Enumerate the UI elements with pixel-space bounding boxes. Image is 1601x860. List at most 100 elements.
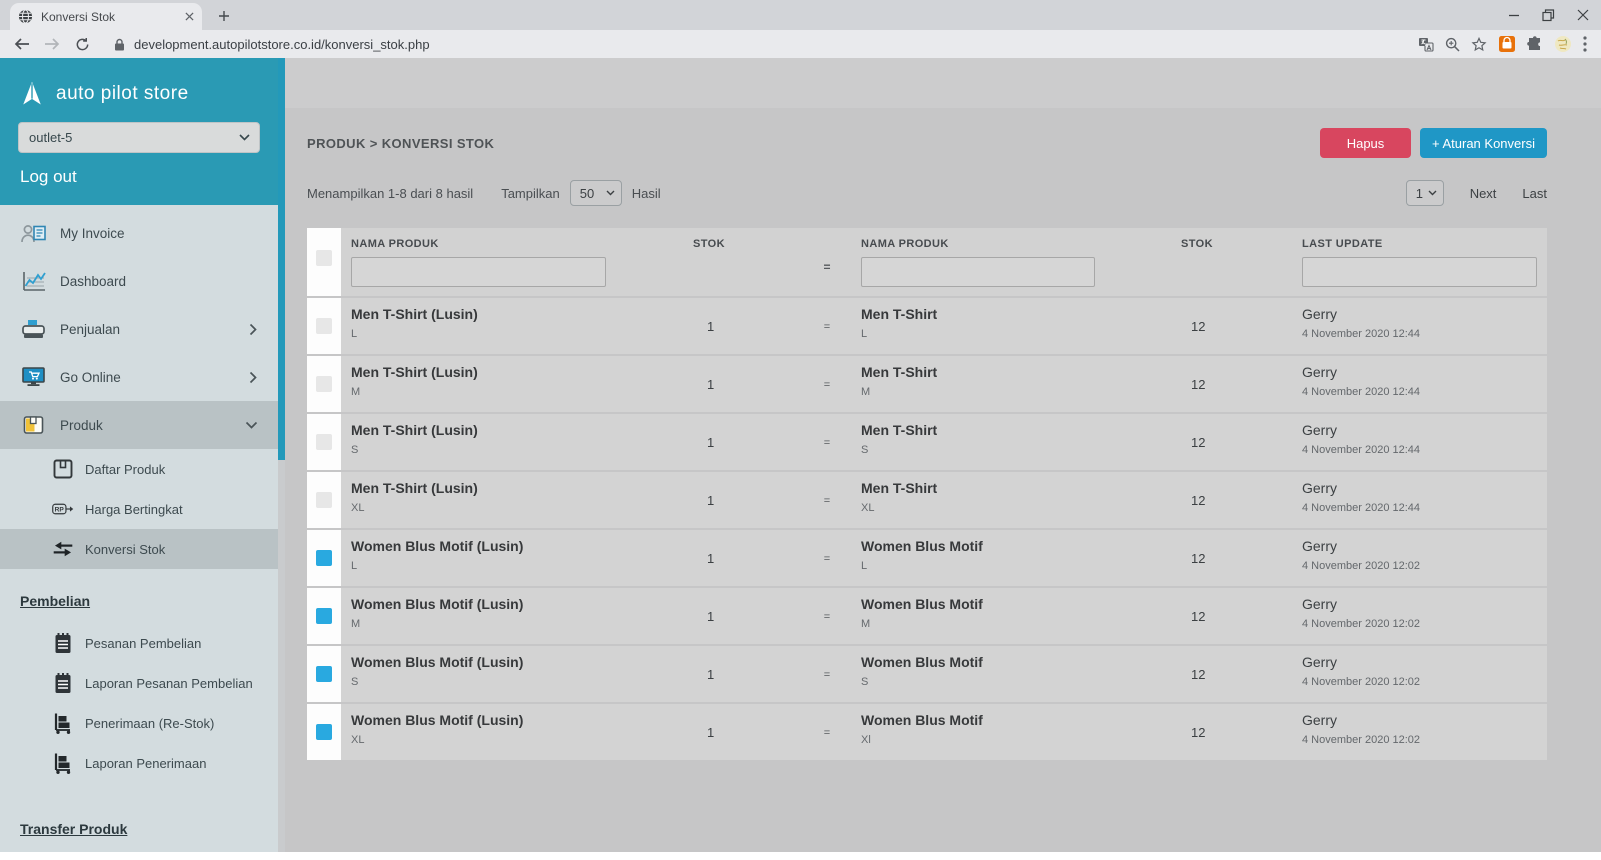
shop-extension-icon[interactable] <box>1498 35 1516 53</box>
sidebar-item-pesanan-pembelian[interactable]: Pesanan Pembelian <box>0 623 278 663</box>
translate-icon[interactable] <box>1418 37 1434 52</box>
target-stock: 12 <box>1181 530 1302 586</box>
pagination-last[interactable]: Last <box>1522 186 1547 201</box>
sidebar-section-pembelian[interactable]: Pembelian <box>0 593 278 609</box>
target-stock: 12 <box>1181 414 1302 470</box>
updated-date: 4 November 2020 12:02 <box>1302 618 1547 630</box>
row-checkbox[interactable] <box>316 376 332 392</box>
filter-nama-produk-2-input[interactable] <box>861 257 1095 287</box>
updated-date: 4 November 2020 12:44 <box>1302 386 1547 398</box>
row-checkbox[interactable] <box>316 550 332 566</box>
source-stock: 1 <box>693 704 807 760</box>
logout-link[interactable]: Log out <box>0 153 278 187</box>
menu-dots-icon[interactable] <box>1583 36 1587 52</box>
row-checkbox[interactable] <box>316 608 332 624</box>
page-size-select[interactable]: 50 <box>570 180 622 206</box>
filter-nama-produk-1-input[interactable] <box>351 257 606 287</box>
source-product-name: Men T-Shirt (Lusin) <box>351 422 693 438</box>
equals-sign: = <box>807 588 847 644</box>
sales-icon <box>20 317 47 341</box>
puzzle-extension-icon[interactable] <box>1527 36 1543 52</box>
window-close-button[interactable] <box>1577 9 1589 21</box>
outlet-select[interactable]: outlet-5 <box>18 122 260 153</box>
select-all-cell <box>307 228 341 296</box>
row-checkbox[interactable] <box>316 434 332 450</box>
convert-icon <box>52 540 74 558</box>
new-tab-button[interactable] <box>212 5 236 27</box>
source-stock: 1 <box>693 530 807 586</box>
sidebar-item-label: My Invoice <box>60 226 258 241</box>
star-icon[interactable] <box>1471 37 1487 52</box>
target-product-variant: M <box>861 386 1181 398</box>
sidebar-item-label: Harga Bertingkat <box>85 502 258 517</box>
browser-tab[interactable]: Konversi Stok <box>10 3 202 30</box>
updated-by-user: Gerry <box>1302 364 1547 380</box>
sidebar-section-transfer-produk[interactable]: Transfer Produk <box>0 821 278 837</box>
row-checkbox[interactable] <box>316 492 332 508</box>
updated-date: 4 November 2020 12:02 <box>1302 560 1547 572</box>
window-restore-button[interactable] <box>1542 9 1555 22</box>
source-product-variant: S <box>351 444 693 456</box>
target-product-name: Men T-Shirt <box>861 306 1181 322</box>
sidebar-item-produk[interactable]: Produk <box>0 401 278 449</box>
equals-sign: = <box>807 530 847 586</box>
tab-close-icon[interactable] <box>185 12 194 21</box>
conversion-table: NAMA PRODUK STOK = NAMA PRODUK STOK LAST… <box>307 228 1547 760</box>
col-header-stok-2: STOK <box>1181 228 1302 296</box>
page-select[interactable]: 1 <box>1406 180 1444 206</box>
url-bar[interactable]: development.autopilotstore.co.id/konvers… <box>114 37 1418 52</box>
sidebar-item-penerimaan-re-stok[interactable]: Penerimaan (Re-Stok) <box>0 703 278 743</box>
zoom-icon[interactable] <box>1445 37 1460 52</box>
sidebar-scrollbar-track[interactable] <box>278 58 285 860</box>
target-stock: 12 <box>1181 356 1302 412</box>
main-content: PRODUK > KONVERSI STOK Hapus + Aturan Ko… <box>285 58 1601 860</box>
row-checkbox-cell <box>307 356 341 412</box>
updated-date: 4 November 2020 12:02 <box>1302 676 1547 688</box>
filter-last-update-input[interactable] <box>1302 257 1537 287</box>
row-checkbox[interactable] <box>316 318 332 334</box>
table-row: Women Blus Motif (Lusin)XL1=Women Blus M… <box>307 704 1547 760</box>
sidebar-item-daftar-produk[interactable]: Daftar Produk <box>0 449 278 489</box>
sidebar-item-konversi-stok[interactable]: Konversi Stok <box>0 529 278 569</box>
sidebar-item-penjualan[interactable]: Penjualan <box>0 305 278 353</box>
reload-button-icon[interactable] <box>70 37 94 52</box>
row-checkbox[interactable] <box>316 724 332 740</box>
sidebar-item-laporan-penerimaan[interactable]: Laporan Penerimaan <box>0 743 278 783</box>
sidebar-item-dashboard[interactable]: Dashboard <box>0 257 278 305</box>
row-checkbox-cell <box>307 704 341 760</box>
target-product-name: Women Blus Motif <box>861 712 1181 728</box>
table-row: Men T-Shirt (Lusin)XL1=Men T-ShirtXL12Ge… <box>307 472 1547 528</box>
source-stock: 1 <box>693 298 807 354</box>
back-button-icon[interactable] <box>10 37 34 51</box>
source-stock: 1 <box>693 414 807 470</box>
order-icon <box>52 632 74 654</box>
outlet-select-wrap: outlet-5 <box>18 122 260 153</box>
updated-by-user: Gerry <box>1302 712 1547 728</box>
window-controls <box>1508 0 1595 30</box>
sidebar-item-label: Penjualan <box>60 322 249 337</box>
sidebar-item-my-invoice[interactable]: My Invoice <box>0 209 278 257</box>
sidebar-item-laporan-pesanan-pembelian[interactable]: Laporan Pesanan Pembelian <box>0 663 278 703</box>
select-all-checkbox[interactable] <box>316 250 332 266</box>
table-row: Women Blus Motif (Lusin)L1=Women Blus Mo… <box>307 530 1547 586</box>
delete-button[interactable]: Hapus <box>1320 128 1411 158</box>
row-checkbox[interactable] <box>316 666 332 682</box>
sidebar-item-harga-bertingkat[interactable]: RPHarga Bertingkat <box>0 489 278 529</box>
forward-button-icon[interactable] <box>40 37 64 51</box>
window-minimize-button[interactable] <box>1508 9 1520 21</box>
target-stock: 12 <box>1181 298 1302 354</box>
invoice-icon <box>20 221 47 245</box>
pagination-next[interactable]: Next <box>1470 186 1497 201</box>
sidebar-item-label: Pesanan Pembelian <box>85 636 258 651</box>
trolley-icon <box>52 752 74 774</box>
toolbar-icons <box>1418 35 1591 53</box>
paper-plane-logo-icon <box>18 80 46 108</box>
source-product-variant: XL <box>351 502 693 514</box>
profile-icon[interactable] <box>1554 35 1572 53</box>
sidebar-scrollbar-thumb[interactable] <box>278 58 285 460</box>
col-header-nama-produk-2: NAMA PRODUK <box>861 238 949 250</box>
chevron-down-icon <box>245 421 258 430</box>
sidebar-item-go-online[interactable]: Go Online <box>0 353 278 401</box>
target-product-variant: Xl <box>861 734 1181 746</box>
add-conversion-rule-button[interactable]: + Aturan Konversi <box>1420 128 1547 158</box>
